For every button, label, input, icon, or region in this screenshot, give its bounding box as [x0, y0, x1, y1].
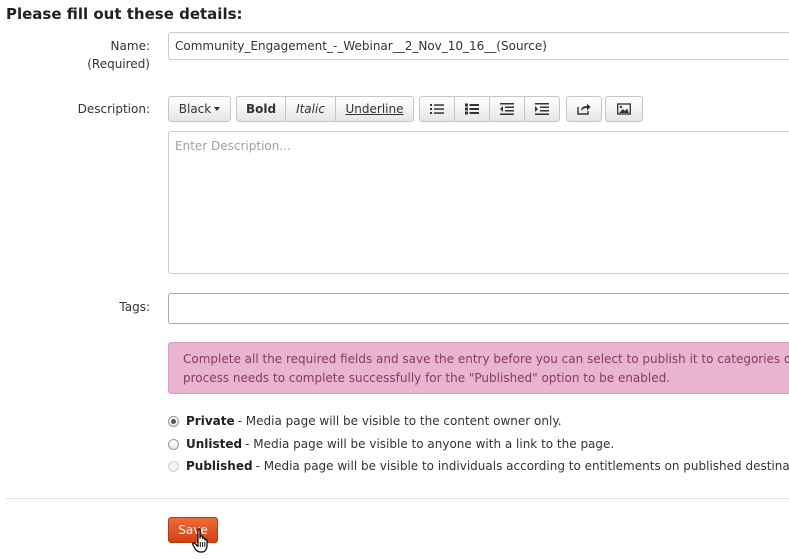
indent-button[interactable] [524, 96, 560, 122]
unordered-list-icon [430, 104, 444, 114]
outdent-icon [500, 103, 514, 115]
caret-down-icon [214, 107, 221, 111]
indent-icon [535, 103, 549, 115]
radio-private[interactable] [168, 415, 179, 427]
description-placeholder: Enter Description... [175, 139, 291, 153]
font-color-label: Black [178, 102, 212, 116]
tags-input[interactable] [168, 293, 789, 324]
radio-unlisted[interactable] [168, 438, 179, 450]
hand-cursor-icon [192, 528, 208, 553]
publish-option-unlisted[interactable]: Unlisted - Media page will be visible to… [168, 435, 614, 453]
share-link-icon [577, 103, 591, 115]
unordered-list-button[interactable] [419, 96, 455, 122]
description-label: Description: [77, 102, 150, 116]
publish-option-private[interactable]: Private - Media page will be visible to … [168, 412, 562, 430]
bold-button[interactable]: Bold [236, 96, 286, 122]
option-unlisted-desc: - Media page will be visible to anyone w… [245, 437, 615, 451]
insert-image-button[interactable] [605, 96, 643, 122]
name-label: Name: [110, 39, 150, 53]
description-textarea[interactable]: Enter Description... [168, 131, 789, 274]
option-unlisted-title: Unlisted [186, 437, 243, 451]
alert-line-2: process needs to complete successfully f… [183, 371, 671, 385]
radio-published [168, 460, 179, 472]
publish-requirement-alert: Complete all the required fields and sav… [168, 342, 789, 394]
form-divider [6, 498, 789, 499]
publish-option-published: Published - Media page will be visible t… [168, 457, 789, 475]
ordered-list-icon [465, 103, 479, 115]
image-icon [617, 103, 631, 115]
insert-link-button[interactable] [566, 96, 602, 122]
option-private-title: Private [186, 414, 235, 428]
ordered-list-button[interactable] [454, 96, 490, 122]
name-required-note: (Required) [87, 57, 150, 71]
italic-button[interactable]: Italic [285, 96, 336, 122]
font-color-dropdown[interactable]: Black [168, 96, 231, 122]
outdent-button[interactable] [489, 96, 525, 122]
option-published-desc: - Media page will be visible to individu… [255, 459, 789, 473]
underline-button[interactable]: Underline [335, 96, 414, 122]
alert-line-1: Complete all the required fields and sav… [183, 352, 789, 366]
option-private-desc: - Media page will be visible to the cont… [237, 414, 562, 428]
tags-label: Tags: [119, 300, 150, 314]
form-heading: Please fill out these details: [6, 5, 243, 23]
name-input[interactable]: Community_Engagement_-_Webinar__2_Nov_10… [168, 32, 789, 60]
option-published-title: Published [186, 459, 253, 473]
